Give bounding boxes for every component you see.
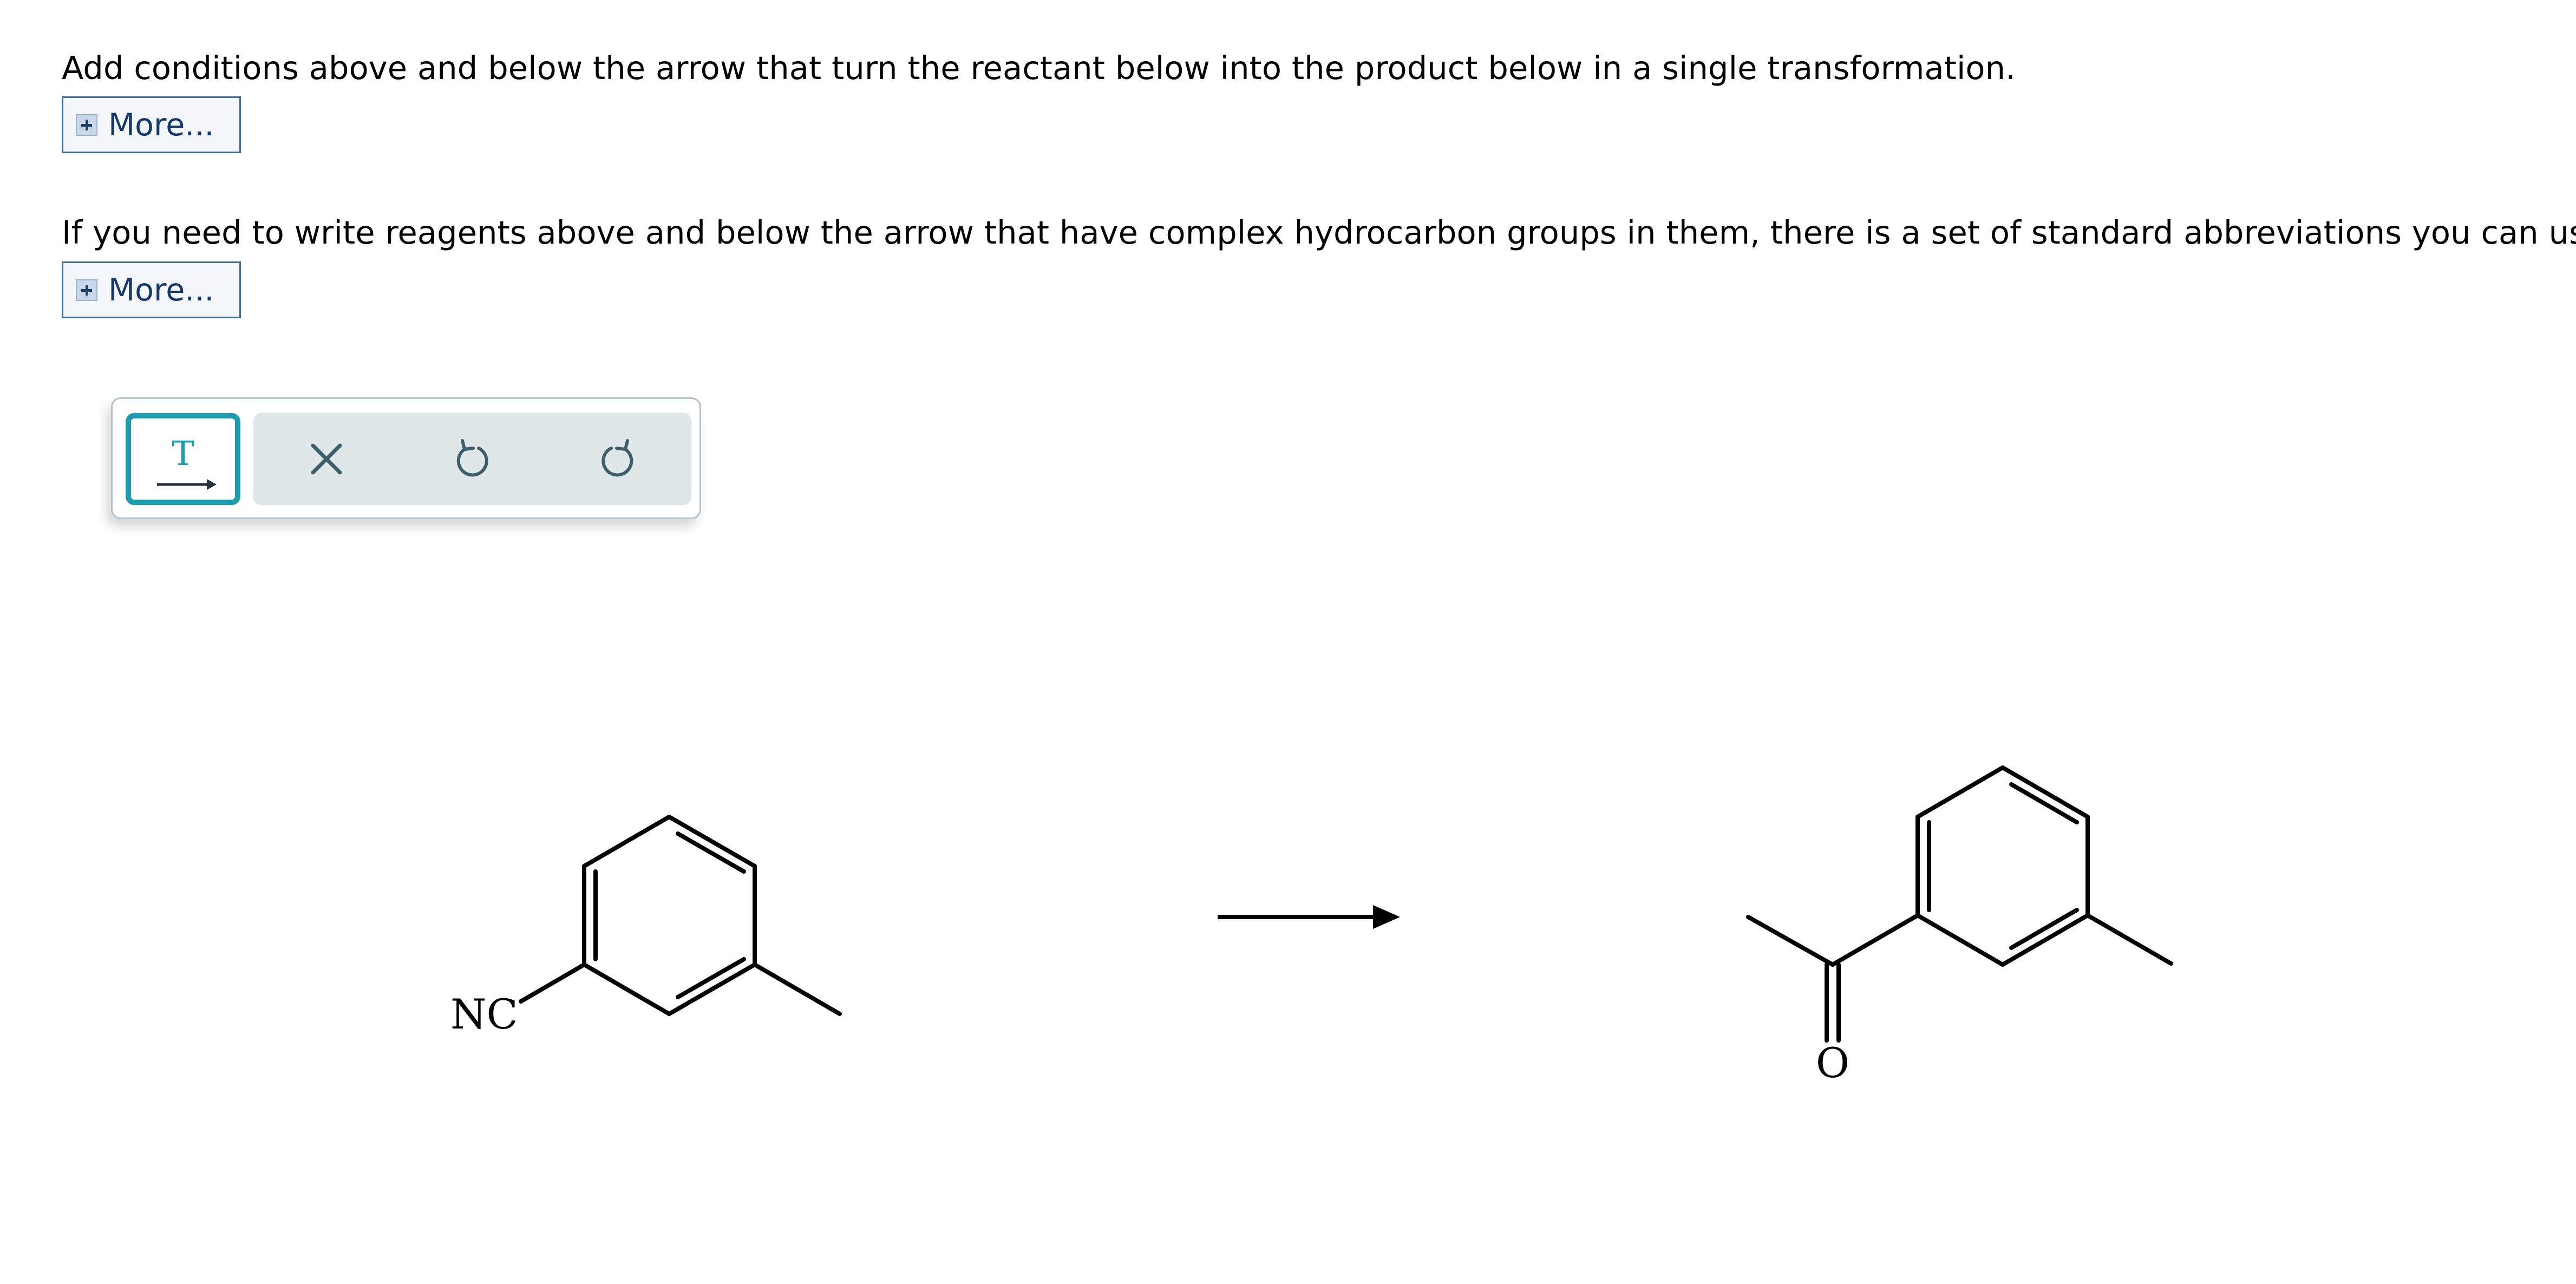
reactant-structure bbox=[519, 815, 842, 1016]
reaction-arrow[interactable] bbox=[1218, 905, 1400, 929]
carbonyl-oxygen-label: O bbox=[1816, 1039, 1849, 1087]
product-structure bbox=[1746, 765, 2173, 1043]
nitrile-label: NC bbox=[450, 990, 518, 1038]
reaction-scheme: NC O bbox=[450, 765, 2173, 1087]
